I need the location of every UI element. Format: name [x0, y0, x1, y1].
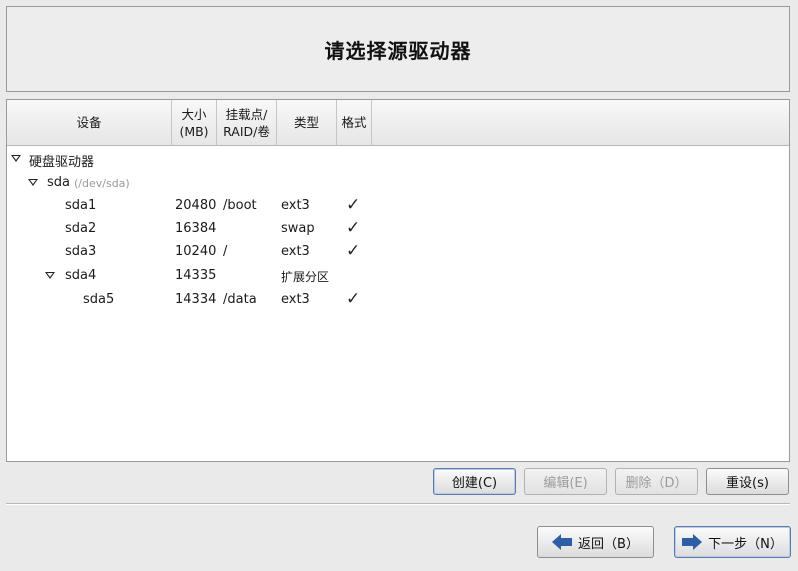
table-row-extended[interactable]: sda4 14335 扩展分区: [7, 265, 789, 288]
table-row[interactable]: sda2 16384 swap ✓: [7, 218, 789, 241]
divider: [6, 503, 790, 505]
row-type: ext3: [281, 292, 310, 307]
column-format[interactable]: 格式: [337, 100, 372, 145]
row-type: ext3: [281, 244, 310, 259]
table-row[interactable]: sda3 10240 / ext3 ✓: [7, 241, 789, 264]
column-type[interactable]: 类型: [277, 100, 337, 145]
table-row[interactable]: sda1 20480 /boot ext3 ✓: [7, 195, 789, 218]
arrow-left-icon: [552, 534, 573, 550]
row-size: 14334: [175, 292, 217, 307]
next-button[interactable]: 下一步（N）: [674, 526, 791, 558]
partition-table[interactable]: 设备 大小 (MB) 挂载点/RAID/卷 类型 格式 硬盘驱动器 sda (/d…: [6, 99, 790, 462]
column-size-unit: (MB): [179, 123, 209, 139]
page-header: 请选择源驱动器: [6, 6, 790, 92]
row-mount: /boot: [223, 198, 257, 213]
format-check-icon[interactable]: ✓: [346, 241, 360, 261]
column-format-label: 格式: [341, 115, 367, 130]
row-type: 扩展分区: [281, 270, 330, 284]
row-mount: /: [223, 244, 228, 259]
row-device: sda3: [65, 244, 97, 259]
delete-button[interactable]: 删除（D）: [615, 468, 698, 495]
column-mount-label-2: RAID/卷: [223, 123, 270, 139]
tree-disk-sda[interactable]: sda (/dev/sda): [7, 172, 789, 195]
column-size[interactable]: 大小 (MB): [172, 100, 217, 145]
create-button-label: 创建(C): [451, 476, 498, 491]
column-mount[interactable]: 挂载点/RAID/卷: [217, 100, 277, 145]
row-device: sda1: [65, 198, 97, 213]
expander-triangle-icon[interactable]: [28, 179, 38, 186]
row-type: ext3: [281, 198, 310, 213]
disk-path: (/dev/sda): [74, 177, 130, 190]
column-device-label: 设备: [76, 115, 102, 130]
column-type-label: 类型: [293, 115, 319, 130]
arrow-right-icon: [682, 534, 703, 550]
column-size-label: 大小: [181, 106, 207, 122]
disk-name: sda: [47, 175, 70, 190]
row-mount: /data: [223, 292, 257, 307]
page-title: 请选择源驱动器: [324, 38, 472, 63]
row-device: sda2: [65, 221, 97, 236]
row-size: 20480: [175, 198, 217, 213]
table-row[interactable]: sda5 14334 /data ext3 ✓: [7, 289, 789, 312]
column-mount-label: 挂载点/: [225, 106, 268, 122]
edit-button[interactable]: 编辑(E): [524, 468, 607, 495]
format-check-icon[interactable]: ✓: [346, 218, 360, 238]
edit-button-label: 编辑(E): [543, 476, 588, 491]
row-device: sda4: [65, 268, 97, 283]
table-header: 设备 大小 (MB) 挂载点/RAID/卷 类型 格式: [7, 100, 789, 146]
back-button[interactable]: 返回（B）: [537, 526, 654, 558]
delete-button-label: 删除（D）: [625, 476, 688, 491]
format-check-icon[interactable]: ✓: [346, 195, 360, 215]
row-size: 10240: [175, 244, 217, 259]
tree-group-hard-drives[interactable]: 硬盘驱动器: [7, 148, 789, 171]
row-type: swap: [281, 221, 315, 236]
row-size: 16384: [175, 221, 217, 236]
format-check-icon[interactable]: ✓: [346, 289, 360, 309]
row-device: sda5: [83, 292, 115, 307]
expander-triangle-icon[interactable]: [45, 272, 55, 279]
create-button[interactable]: 创建(C): [433, 468, 516, 495]
group-label: 硬盘驱动器: [29, 155, 95, 170]
back-button-label: 返回（B）: [578, 536, 639, 552]
column-device[interactable]: 设备: [7, 100, 172, 145]
reset-button[interactable]: 重设(s): [706, 468, 789, 495]
next-button-label: 下一步（N）: [708, 536, 783, 552]
row-size: 14335: [175, 268, 217, 283]
reset-button-label: 重设(s): [726, 476, 769, 491]
expander-triangle-icon[interactable]: [11, 155, 21, 162]
